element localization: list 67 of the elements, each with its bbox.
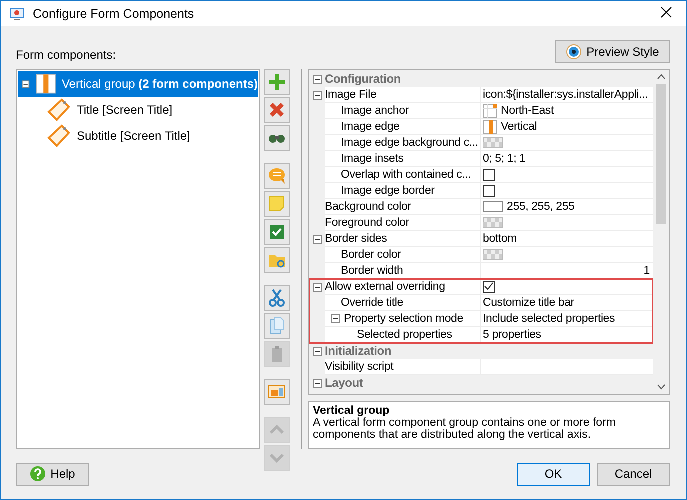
help-button[interactable]: Help: [16, 462, 89, 486]
property-value: 5 properties: [483, 328, 542, 340]
property-value: Customize title bar: [483, 296, 574, 308]
property-name: Allow external overriding: [325, 280, 446, 292]
collapse-icon[interactable]: [331, 314, 340, 323]
property-value: 255, 255, 255: [507, 200, 575, 212]
checkbox[interactable]: [483, 184, 495, 196]
scissors-icon: [267, 288, 287, 308]
property-value: Include selected properties: [483, 312, 616, 324]
property-name: Image edge: [341, 120, 400, 132]
property-name: Override title: [341, 296, 404, 308]
collapse-icon[interactable]: [312, 378, 322, 388]
monitor-icon: [9, 6, 25, 22]
checkmark-icon: [267, 222, 287, 242]
binoculars-button[interactable]: [264, 125, 290, 151]
window-title: Configure Form Components: [33, 6, 196, 20]
collapse-icon[interactable]: [312, 74, 322, 84]
plus-icon: [267, 72, 287, 92]
sticky-note-icon: [267, 194, 287, 214]
property-name: Overlap with contained c...: [341, 168, 472, 180]
property-name: Border color: [341, 248, 402, 260]
ok-button[interactable]: OK: [517, 462, 590, 486]
property-name: Background color: [325, 200, 412, 212]
tree-item[interactable]: Subtitle [Screen Title]: [18, 123, 259, 149]
tree-label: Form components:: [16, 48, 116, 64]
tree-item[interactable]: Title [Screen Title]: [18, 97, 259, 123]
close-icon: [661, 6, 672, 18]
collapse-icon[interactable]: [312, 90, 322, 100]
eye-icon: [566, 44, 582, 60]
property-name: Image insets: [341, 152, 404, 164]
property-name: Image File: [325, 88, 377, 100]
vertical-columns-icon: [36, 72, 56, 96]
property-name: Image edge background c...: [341, 136, 478, 148]
tree-item[interactable]: Vertical group (2 form components): [18, 71, 258, 97]
property-name: Foreground color: [325, 216, 410, 228]
tag-icon: [47, 98, 71, 122]
checkbox[interactable]: [483, 280, 495, 292]
property-name: Border width: [341, 264, 404, 276]
folder-button[interactable]: [264, 247, 290, 273]
checkmark-button[interactable]: [264, 219, 290, 245]
preview-style-button[interactable]: Preview Style: [555, 40, 670, 63]
property-name: Border sides: [325, 232, 388, 244]
property-value: 0; 5; 1; 1: [483, 152, 526, 164]
property-name: Property selection mode: [344, 312, 464, 324]
property-name: Image anchor: [341, 104, 409, 116]
description-text: A vertical form component group contains one or more form components that are distributed along the vertical axis.: [313, 417, 616, 441]
tag-icon: [47, 124, 71, 148]
checkbox[interactable]: [483, 168, 495, 180]
cross-button[interactable]: [264, 97, 290, 123]
scissors-button[interactable]: [264, 285, 290, 311]
property-value: icon:${installer:sys.installerAppli...: [483, 88, 648, 100]
property-value: 1: [644, 264, 650, 276]
property-name: Selected properties: [357, 328, 452, 340]
property-value: North-East: [501, 104, 554, 116]
collapse-icon[interactable]: [312, 346, 322, 356]
collapse-icon[interactable]: [312, 234, 322, 244]
property-value: bottom: [483, 232, 517, 244]
speech-bubble-icon: [267, 166, 287, 186]
property-name: Visibility script: [325, 360, 394, 372]
property-value: Vertical: [501, 120, 538, 132]
category-header: Configuration: [325, 71, 402, 87]
collapse-icon[interactable]: [312, 282, 322, 292]
description-title: Vertical group: [313, 405, 391, 417]
cancel-button[interactable]: Cancel: [597, 462, 670, 486]
collapse-icon[interactable]: [22, 80, 30, 88]
property-name: Image edge border: [341, 184, 435, 196]
help-icon: [30, 466, 46, 482]
